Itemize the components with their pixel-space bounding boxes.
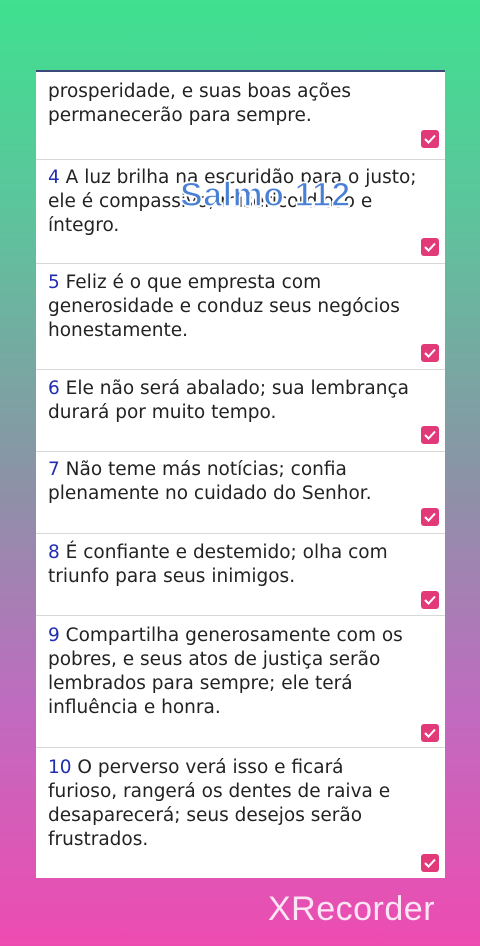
verse-checkbox[interactable] [421, 508, 439, 526]
verse-item: 9 Compartilha generosamente com os pobre… [36, 616, 445, 748]
verse-number: 5 [48, 272, 60, 293]
check-icon [424, 430, 436, 440]
check-icon [424, 728, 436, 738]
verse-checkbox[interactable] [421, 344, 439, 362]
verse-checkbox[interactable] [421, 591, 439, 609]
verse-text: Ele não será abalado; sua lembrança dura… [48, 378, 409, 423]
verse-checkbox[interactable] [421, 130, 439, 148]
verse-item: 5 Feliz é o que empresta com generosidad… [36, 264, 445, 370]
verse-checkbox[interactable] [421, 238, 439, 256]
video-title-overlay: Salmo 112 [179, 175, 351, 215]
verse-number: 9 [48, 625, 60, 646]
verse-text: Não teme más notícias; confia plenamente… [48, 459, 372, 504]
recorder-watermark: XRecorder [268, 890, 436, 928]
verse-item: 8 É confiante e destemido; olha com triu… [36, 534, 445, 616]
check-icon [424, 512, 436, 522]
verse-item: prosperidade, e suas boas ações permanec… [36, 72, 445, 160]
verse-number: 8 [48, 542, 60, 563]
verse-item: 7 Não teme más notícias; confia plenamen… [36, 452, 445, 534]
verse-number: 6 [48, 378, 60, 399]
verse-item: 10 O perverso verá isso e ficará furioso… [36, 748, 445, 878]
verse-number: 4 [48, 167, 60, 188]
check-icon [424, 348, 436, 358]
verse-number: 7 [48, 459, 60, 480]
verse-text: Compartilha generosamente com os pobres,… [48, 625, 403, 718]
verse-text: prosperidade, e suas boas ações permanec… [48, 81, 351, 126]
check-icon [424, 134, 436, 144]
verse-number: 10 [48, 757, 72, 778]
verse-item: 6 Ele não será abalado; sua lembrança du… [36, 370, 445, 452]
verse-text: Feliz é o que empresta com generosidade … [48, 272, 400, 341]
verse-checkbox[interactable] [421, 854, 439, 872]
check-icon [424, 595, 436, 605]
verse-checkbox[interactable] [421, 724, 439, 742]
verse-checkbox[interactable] [421, 426, 439, 444]
check-icon [424, 858, 436, 868]
check-icon [424, 242, 436, 252]
verse-text: É confiante e destemido; olha com triunf… [48, 542, 388, 587]
verse-text: O perverso verá isso e ficará furioso, r… [48, 757, 391, 850]
